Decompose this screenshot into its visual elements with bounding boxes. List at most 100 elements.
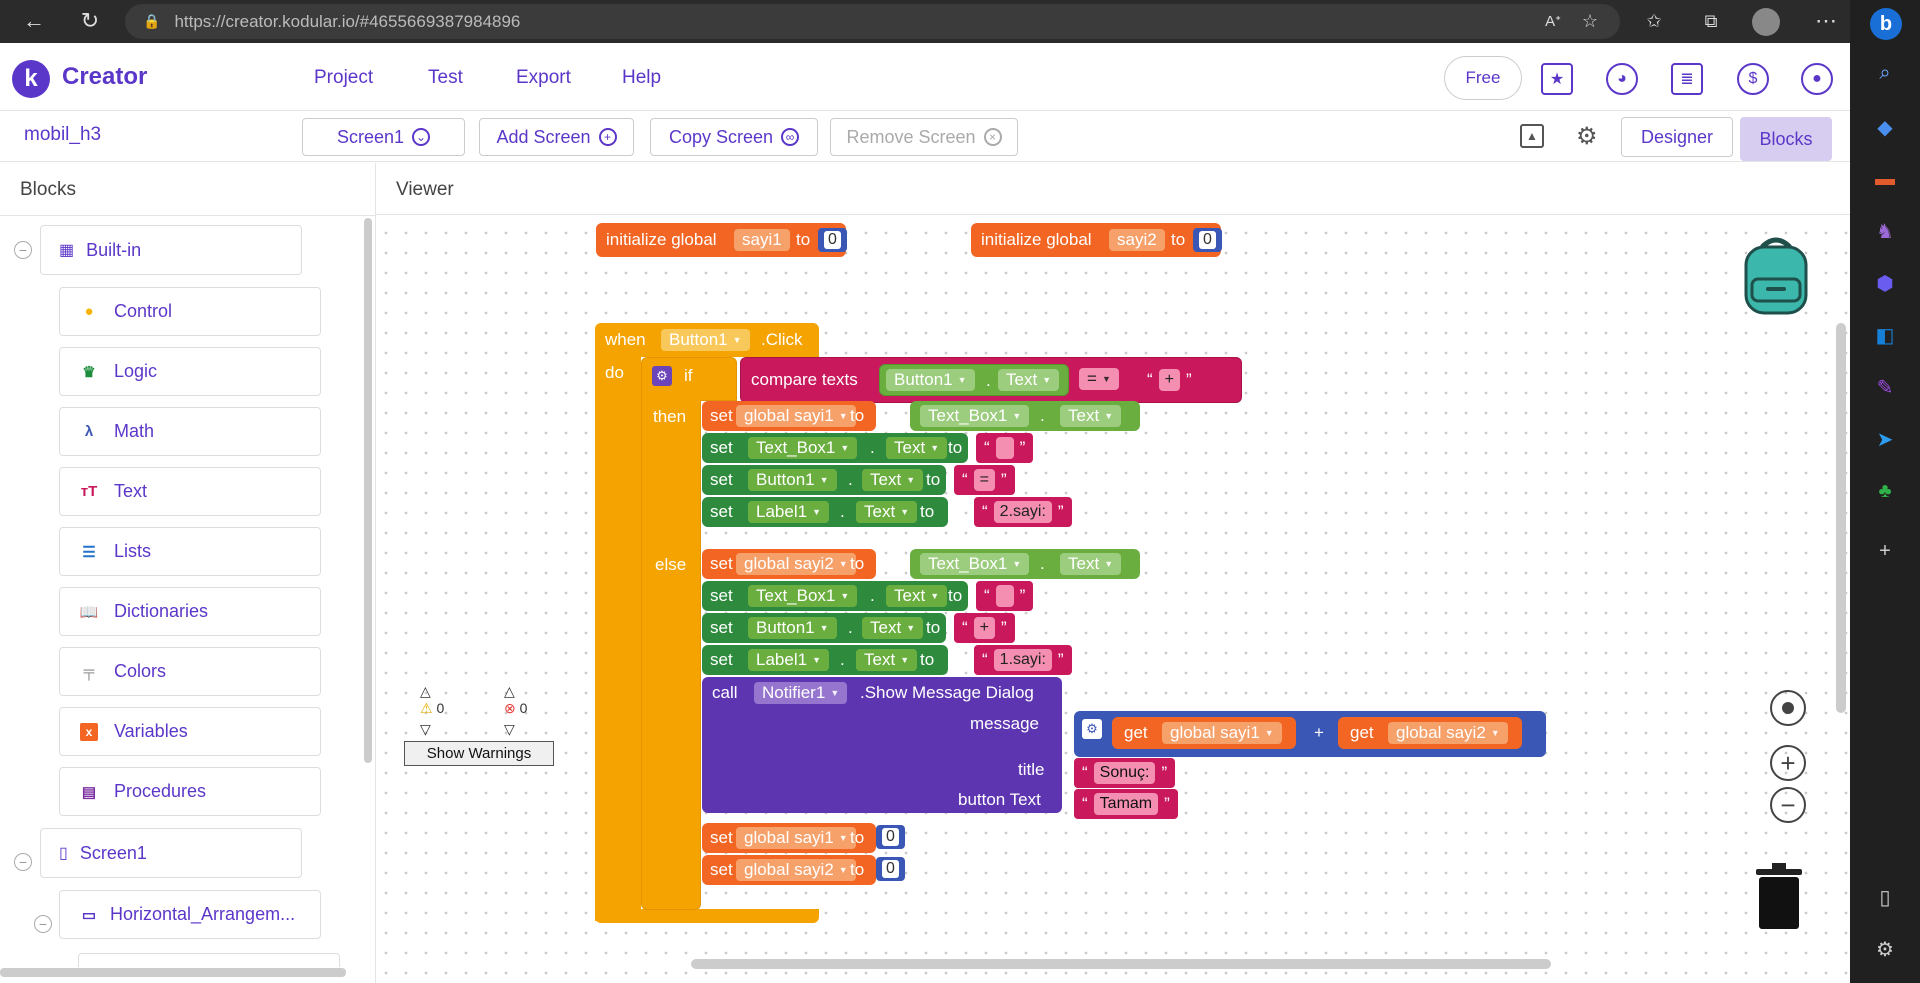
property-dropdown[interactable]: Text ▼: [886, 585, 948, 607]
component-dropdown[interactable]: Button1 ▼: [886, 369, 975, 391]
component-dropdown[interactable]: Button1 ▼: [661, 329, 750, 351]
sidebar-toggle-icon[interactable]: ▯: [1870, 882, 1900, 912]
screen-selector[interactable]: Screen1 ⌄: [302, 118, 465, 156]
number-value[interactable]: 0: [824, 231, 841, 249]
string-value[interactable]: [995, 437, 1014, 459]
more-icon[interactable]: ⋯: [1808, 3, 1844, 39]
call-notifier-block[interactable]: call Notifier1 ▼ .Show Message Dialog mes…: [702, 677, 1062, 813]
horizontal-arrangement-node[interactable]: ▭ Horizontal_Arrangem...: [59, 890, 321, 939]
property-dropdown[interactable]: Text ▼: [856, 501, 918, 523]
var-dropdown[interactable]: global sayi1 ▼: [736, 405, 856, 427]
string-block[interactable]: “+”: [1139, 364, 1200, 396]
show-warnings-button[interactable]: Show Warnings: [404, 741, 554, 766]
value-socket[interactable]: 0: [1193, 228, 1222, 252]
set-global-block[interactable]: set global sayi2 ▼ to: [702, 855, 876, 885]
component-property-block[interactable]: Text_Box1 ▼ . Text ▼: [910, 401, 1140, 431]
category-dictionaries[interactable]: 📖 Dictionaries: [59, 587, 321, 636]
kodular-logo-icon[interactable]: k: [12, 60, 50, 98]
set-global-block[interactable]: set global sayi1 ▼ to: [702, 401, 876, 431]
set-property-block[interactable]: set Text_Box1 ▼ . Text ▼ to: [702, 433, 968, 463]
set-property-block[interactable]: set Label1 ▼ . Text ▼ to: [702, 497, 948, 527]
category-control[interactable]: ● Control: [59, 287, 321, 336]
if-block[interactable]: ⚙ if: [641, 357, 737, 401]
dollar-icon[interactable]: $: [1737, 63, 1769, 95]
menu-help[interactable]: Help: [622, 67, 661, 89]
warning-up-arrow-icon[interactable]: △: [420, 683, 442, 699]
compare-texts-block[interactable]: compare texts Button1 ▼ . Text ▼ = ▼ “+”: [740, 357, 1242, 403]
component-dropdown[interactable]: Text_Box1 ▼: [920, 553, 1030, 575]
free-plan-button[interactable]: Free: [1444, 56, 1522, 100]
collapse-horizontal-icon[interactable]: −: [34, 915, 52, 933]
init-global-sayi2-block[interactable]: initialize global sayi2 to 0: [971, 223, 1222, 257]
outlook-icon[interactable]: ◧: [1870, 320, 1900, 350]
builtin-node[interactable]: ▦ Built-in: [40, 225, 302, 275]
zoom-out-icon[interactable]: −: [1770, 787, 1806, 823]
collapse-builtin-icon[interactable]: −: [14, 241, 32, 259]
search-icon[interactable]: ⌕: [1870, 58, 1900, 88]
property-dropdown[interactable]: Text ▼: [1060, 553, 1122, 575]
init-global-sayi1-block[interactable]: initialize global sayi1 to 0: [596, 223, 847, 257]
set-property-block[interactable]: set Text_Box1 ▼ . Text ▼ to: [702, 581, 968, 611]
image-icon[interactable]: ▲: [1520, 124, 1544, 148]
account-icon[interactable]: ●: [1801, 63, 1833, 95]
string-block[interactable]: “”: [976, 581, 1034, 611]
string-value[interactable]: Sonuç:: [1093, 762, 1156, 784]
palette-icon[interactable]: ◕: [1606, 63, 1638, 95]
tree-icon[interactable]: ♣: [1870, 476, 1900, 506]
string-value[interactable]: 2.sayi:: [993, 501, 1052, 523]
string-value[interactable]: Tamam: [1093, 793, 1159, 815]
property-dropdown[interactable]: Text ▼: [1060, 405, 1122, 427]
string-block[interactable]: “1.sayi:”: [974, 645, 1072, 675]
backpack-icon[interactable]: [1740, 233, 1812, 317]
value-socket[interactable]: 0: [876, 825, 905, 849]
get-global-block[interactable]: get global sayi1 ▼: [1112, 717, 1296, 749]
component-dropdown[interactable]: Notifier1 ▼: [754, 682, 848, 704]
property-dropdown[interactable]: Text ▼: [856, 649, 918, 671]
category-colors[interactable]: ╤ Colors: [59, 647, 321, 696]
value-socket[interactable]: 0: [876, 857, 905, 881]
trash-icon[interactable]: [1754, 863, 1804, 929]
collections-icon[interactable]: ⧉: [1693, 3, 1729, 39]
error-up-arrow-icon[interactable]: △: [504, 683, 526, 699]
component-dropdown[interactable]: Label1 ▼: [748, 501, 829, 523]
favorites-icon[interactable]: ✩: [1636, 3, 1672, 39]
favorite-icon[interactable]: ☆: [1572, 3, 1608, 39]
var-name-chip[interactable]: sayi1: [734, 229, 790, 251]
string-block[interactable]: “”: [976, 433, 1034, 463]
number-value[interactable]: 0: [882, 828, 899, 846]
set-global-block[interactable]: set global sayi1 ▼ to: [702, 823, 876, 853]
var-dropdown[interactable]: global sayi1 ▼: [1162, 722, 1282, 744]
warning-down-arrow-icon[interactable]: ▽: [420, 721, 442, 737]
screen1-node[interactable]: ▯ Screen1: [40, 828, 302, 878]
category-lists[interactable]: ☰ Lists: [59, 527, 321, 576]
property-dropdown[interactable]: Text ▼: [998, 369, 1060, 391]
category-logic[interactable]: ♛ Logic: [59, 347, 321, 396]
string-value[interactable]: +: [1158, 369, 1181, 391]
var-dropdown[interactable]: global sayi2 ▼: [736, 553, 856, 575]
read-aloud-icon[interactable]: Aᐩ: [1535, 3, 1571, 39]
string-block[interactable]: “+”: [954, 613, 1015, 643]
component-property-block[interactable]: Text_Box1 ▼ . Text ▼: [910, 549, 1140, 579]
gear-icon[interactable]: ⚙: [1576, 122, 1598, 151]
menu-export[interactable]: Export: [516, 67, 571, 89]
when-button-click-block[interactable]: when Button1 ▼ .Click: [595, 323, 819, 357]
category-math[interactable]: λ Math: [59, 407, 321, 456]
remove-screen-button[interactable]: Remove Screen ×: [830, 118, 1018, 156]
refresh-icon[interactable]: ↻: [72, 3, 108, 39]
var-name-chip[interactable]: sayi2: [1109, 229, 1165, 251]
property-dropdown[interactable]: Text ▼: [862, 617, 924, 639]
set-property-block[interactable]: set Label1 ▼ . Text ▼ to: [702, 645, 948, 675]
math-add-block[interactable]: ⚙ get global sayi1 ▼ + get global sayi2 ▼: [1074, 711, 1546, 757]
menu-project[interactable]: Project: [314, 67, 373, 89]
designer-button[interactable]: Designer: [1621, 117, 1733, 157]
toolbox-icon[interactable]: ▬: [1870, 164, 1900, 194]
settings-icon[interactable]: ⚙: [1870, 934, 1900, 964]
zoom-in-icon[interactable]: +: [1770, 745, 1806, 781]
library-icon[interactable]: ≣: [1671, 63, 1703, 95]
component-dropdown[interactable]: Text_Box1 ▼: [920, 405, 1030, 427]
component-dropdown[interactable]: Button1 ▼: [748, 469, 837, 491]
set-property-block[interactable]: set Button1 ▼ . Text ▼ to: [702, 613, 946, 643]
string-block[interactable]: “=”: [954, 465, 1015, 495]
string-value[interactable]: [995, 585, 1014, 607]
add-screen-button[interactable]: Add Screen +: [479, 118, 634, 156]
